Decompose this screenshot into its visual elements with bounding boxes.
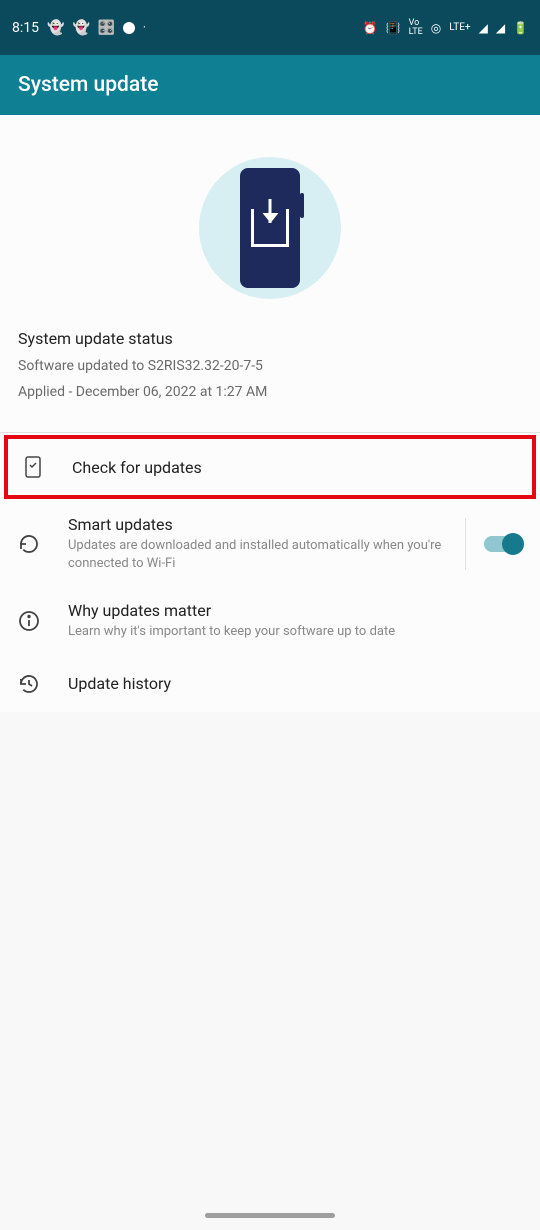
check-updates-title: Check for updates — [72, 458, 518, 477]
check-updates-highlight: Check for updates — [4, 435, 536, 499]
smart-updates-title: Smart updates — [68, 515, 447, 534]
check-updates-icon — [22, 456, 44, 478]
refresh-icon — [18, 533, 40, 555]
status-applied-line: Applied - December 06, 2022 at 1:27 AM — [18, 384, 522, 400]
check-updates-row[interactable]: Check for updates — [8, 439, 532, 495]
status-heading: System update status — [18, 329, 522, 348]
update-history-title: Update history — [68, 674, 522, 693]
small-dot-icon: • — [143, 24, 145, 31]
phone-circle — [199, 157, 341, 299]
signal-icon: ◢ — [479, 21, 488, 35]
why-updates-row[interactable]: Why updates matter Learn why it's import… — [0, 587, 540, 655]
page-title: System update — [18, 73, 158, 97]
smart-updates-desc: Updates are downloaded and installed aut… — [68, 537, 447, 573]
nav-handle[interactable] — [205, 1213, 335, 1218]
hero-image — [0, 115, 540, 329]
status-right: ⏰ 📳 VoLTE ◎ LTE+ ◢ ◢ 🔋 — [363, 19, 528, 37]
signal-icon-2: ◢ — [496, 21, 505, 35]
smart-updates-row[interactable]: Smart updates Updates are downloaded and… — [0, 501, 465, 587]
volte-icon: VoLTE — [409, 19, 423, 37]
info-icon — [18, 610, 40, 632]
smart-updates-toggle[interactable] — [484, 536, 522, 552]
hotspot-icon: ◎ — [431, 21, 441, 35]
snapchat-icon: 👻 — [47, 20, 64, 36]
smart-updates-container: Smart updates Updates are downloaded and… — [0, 501, 540, 587]
divider — [0, 432, 540, 433]
history-icon — [18, 673, 40, 695]
why-updates-desc: Learn why it's important to keep your so… — [68, 623, 522, 641]
status-time: 8:15 — [12, 20, 39, 36]
notification-icon: 🎛️ — [98, 20, 115, 36]
snapchat-icon-2: 👻 — [72, 20, 89, 36]
alarm-icon: ⏰ — [363, 21, 378, 35]
lte-label: LTE+ — [449, 22, 470, 33]
download-icon — [251, 209, 289, 247]
phone-illustration — [240, 168, 300, 288]
update-history-row[interactable]: Update history — [0, 656, 540, 712]
battery-icon: 🔋 — [513, 21, 528, 35]
status-software-line: Software updated to S2RIS32.32-20-7-5 — [18, 358, 522, 374]
system-status-bar: 8:15 👻 👻 🎛️ • ⏰ 📳 VoLTE ◎ LTE+ ◢ ◢ 🔋 — [0, 0, 540, 55]
status-section: System update status Software updated to… — [0, 329, 540, 432]
status-left: 8:15 👻 👻 🎛️ • — [12, 20, 145, 36]
smart-updates-toggle-area — [465, 518, 540, 570]
app-bar: System update — [0, 55, 540, 115]
content-area: System update status Software updated to… — [0, 115, 540, 712]
dot-icon — [123, 22, 135, 34]
vibrate-icon: 📳 — [386, 21, 401, 35]
why-updates-title: Why updates matter — [68, 601, 522, 620]
